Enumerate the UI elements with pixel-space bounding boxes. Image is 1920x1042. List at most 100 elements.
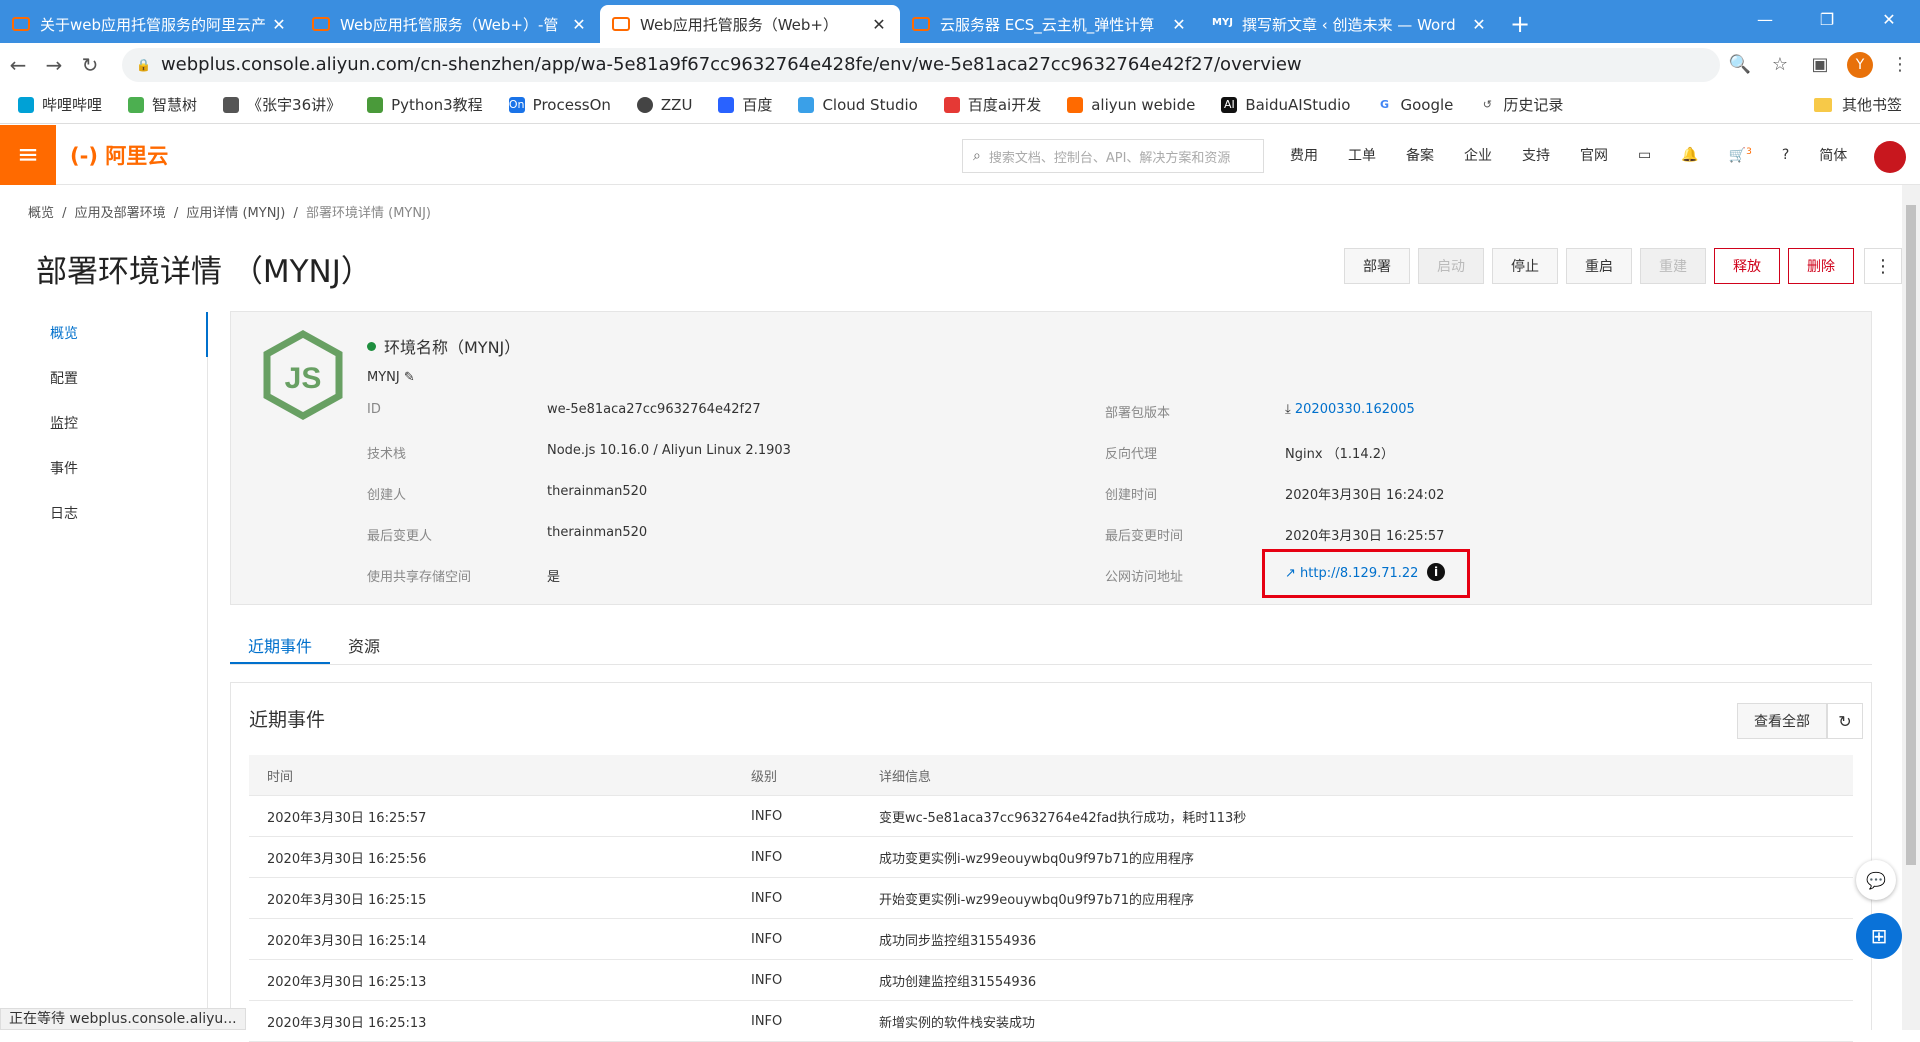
field-value: 2020年3月30日 16:24:02 xyxy=(1285,484,1444,503)
aliyun-icon xyxy=(1067,97,1083,113)
forward-icon[interactable]: → xyxy=(36,53,72,77)
nav-link-icp[interactable]: 备案 xyxy=(1406,145,1434,165)
minimize-icon[interactable]: — xyxy=(1734,0,1796,38)
nav-link-billing[interactable]: 费用 xyxy=(1290,145,1318,165)
profile-avatar[interactable]: Y xyxy=(1847,52,1873,78)
console-search-input[interactable]: ⌕搜索文档、控制台、API、解决方案和资源 xyxy=(962,139,1264,173)
star-icon[interactable]: ☆ xyxy=(1760,54,1800,75)
hamburger-menu-icon[interactable]: ≡ xyxy=(0,125,56,185)
maximize-icon[interactable]: ❐ xyxy=(1796,0,1858,38)
tab-resources[interactable]: 资源 xyxy=(330,630,398,664)
events-panel: 近期事件 查看全部 ↻ 时间 级别 详细信息 2020年3月30日 16:25:… xyxy=(230,682,1872,1030)
globe-icon xyxy=(637,97,653,113)
breadcrumb-apps[interactable]: 应用及部署环境 xyxy=(75,206,166,221)
bookmark[interactable]: 哔哩哔哩 xyxy=(18,94,102,115)
menu-dots-icon[interactable]: ⋮ xyxy=(1880,54,1920,75)
table-row: 2020年3月30日 16:25:13INFO新增实例的软件栈安装成功 xyxy=(249,1001,1853,1042)
bookmark[interactable]: 《张宇36讲》 xyxy=(223,94,341,115)
breadcrumb-app-detail[interactable]: 应用详情 (MYNJ) xyxy=(186,206,285,221)
browser-tab[interactable]: MYJ撰写新文章 ‹ 创造未来 — Word✕ xyxy=(1200,5,1500,43)
field-value: Nginx （1.14.2） xyxy=(1285,443,1394,462)
nodejs-icon: JS xyxy=(263,330,343,424)
more-actions-icon[interactable]: ⋮ xyxy=(1864,248,1902,284)
side-nav-config[interactable]: 配置 xyxy=(0,357,208,402)
bookmark[interactable]: Cloud Studio xyxy=(798,96,917,114)
breadcrumb: 概览 / 应用及部署环境 / 应用详情 (MYNJ) / 部署环境详情 (MYN… xyxy=(28,202,435,221)
edit-pencil-icon[interactable]: ✎ xyxy=(404,370,415,385)
bookmark[interactable]: Python3教程 xyxy=(367,94,483,115)
bookmark[interactable]: AIBaiduAIStudio xyxy=(1221,96,1350,114)
side-nav-events[interactable]: 事件 xyxy=(0,447,208,492)
chat-icon[interactable]: 💬 xyxy=(1856,860,1896,900)
side-nav-monitor[interactable]: 监控 xyxy=(0,402,208,447)
bookmark[interactable]: 百度 xyxy=(718,94,772,115)
bell-icon[interactable]: 🔔 xyxy=(1681,147,1698,163)
new-tab-button[interactable]: + xyxy=(1500,5,1540,43)
stop-button[interactable]: 停止 xyxy=(1492,248,1558,284)
field-label: 创建时间 xyxy=(1105,484,1157,503)
bookmark[interactable]: GGoogle xyxy=(1376,96,1453,114)
side-nav-logs[interactable]: 日志 xyxy=(0,492,208,537)
aliyun-icon xyxy=(312,17,330,31)
bookmark[interactable]: aliyun webide xyxy=(1067,96,1195,114)
zoom-icon[interactable]: 🔍 xyxy=(1720,54,1760,75)
table-row: 2020年3月30日 16:25:57INFO变更wc-5e81aca37cc9… xyxy=(249,796,1853,837)
nav-link-support[interactable]: 支持 xyxy=(1522,145,1550,165)
lock-icon: 🔒 xyxy=(136,58,151,72)
back-icon[interactable]: ← xyxy=(0,53,36,77)
browser-tab-active[interactable]: Web应用托管服务（Web+）✕ xyxy=(600,5,900,43)
aliyun-logo[interactable]: (-) 阿里云 xyxy=(70,140,168,170)
field-label: 公网访问地址 xyxy=(1105,566,1183,585)
tab-recent-events[interactable]: 近期事件 xyxy=(230,630,330,664)
other-bookmarks[interactable]: 其他书签 xyxy=(1814,94,1902,115)
close-window-icon[interactable]: ✕ xyxy=(1858,0,1920,38)
deploy-button[interactable]: 部署 xyxy=(1344,248,1410,284)
close-tab-icon[interactable]: ✕ xyxy=(1470,15,1488,34)
bookmark[interactable]: ZZU xyxy=(637,96,693,114)
delete-button[interactable]: 删除 xyxy=(1788,248,1854,284)
field-value: 是 xyxy=(547,566,560,585)
svg-text:JS: JS xyxy=(285,362,322,395)
browser-tab[interactable]: Web应用托管服务（Web+）-管✕ xyxy=(300,5,600,43)
bookmark[interactable]: 智慧树 xyxy=(128,94,197,115)
reload-icon[interactable]: ↻ xyxy=(72,53,108,77)
help-icon[interactable]: ? xyxy=(1782,147,1789,163)
field-value: therainman520 xyxy=(547,525,647,540)
start-button[interactable]: 启动 xyxy=(1418,248,1484,284)
terminal-icon[interactable]: ▭ xyxy=(1638,147,1651,163)
breadcrumb-overview[interactable]: 概览 xyxy=(28,206,54,221)
view-all-button[interactable]: 查看全部 xyxy=(1737,703,1827,739)
browser-tab[interactable]: 关于web应用托管服务的阿里云产✕ xyxy=(0,5,300,43)
close-tab-icon[interactable]: ✕ xyxy=(570,15,588,34)
url-field[interactable]: 🔒webplus.console.aliyun.com/cn-shenzhen/… xyxy=(122,48,1720,82)
restart-button[interactable]: 重启 xyxy=(1566,248,1632,284)
cart-icon[interactable]: 🛒3 xyxy=(1729,147,1752,164)
user-avatar[interactable] xyxy=(1874,141,1906,173)
nav-link-website[interactable]: 官网 xyxy=(1580,145,1608,165)
apps-grid-icon[interactable]: ⊞ xyxy=(1856,913,1902,959)
close-tab-icon[interactable]: ✕ xyxy=(270,15,288,34)
release-button[interactable]: 释放 xyxy=(1714,248,1780,284)
nav-link-enterprise[interactable]: 企业 xyxy=(1464,145,1492,165)
bookmark[interactable]: OnProcessOn xyxy=(509,96,611,114)
browser-tab[interactable]: 云服务器 ECS_云主机_弹性计算✕ xyxy=(900,5,1200,43)
bookmark[interactable]: ↺历史记录 xyxy=(1479,94,1563,115)
nav-link-tickets[interactable]: 工单 xyxy=(1348,145,1376,165)
close-tab-icon[interactable]: ✕ xyxy=(1170,15,1188,34)
tab-divider xyxy=(230,664,1872,665)
history-icon: ↺ xyxy=(1479,97,1495,113)
console-nav-links: 费用 工单 备案 企业 支持 官网 ▭ 🔔 🛒3 ? 简体 xyxy=(1290,125,1877,185)
bookmark[interactable]: 百度ai开发 xyxy=(944,94,1041,115)
field-label: 部署包版本 xyxy=(1105,402,1170,421)
language-switch[interactable]: 简体 xyxy=(1819,145,1847,165)
close-tab-icon[interactable]: ✕ xyxy=(870,15,888,34)
refresh-icon[interactable]: ↻ xyxy=(1827,703,1863,739)
rebuild-button[interactable]: 重建 xyxy=(1640,248,1706,284)
env-status: 环境名称（MYNJ） xyxy=(367,334,520,358)
side-nav-overview[interactable]: 概览 xyxy=(0,312,208,357)
baidu-icon xyxy=(718,97,734,113)
scrollbar-thumb[interactable] xyxy=(1906,205,1916,865)
extension-icon[interactable]: ▣ xyxy=(1800,54,1840,75)
events-title: 近期事件 xyxy=(249,705,325,732)
package-version-link[interactable]: ⤓ 20200330.162005 xyxy=(1285,402,1415,417)
